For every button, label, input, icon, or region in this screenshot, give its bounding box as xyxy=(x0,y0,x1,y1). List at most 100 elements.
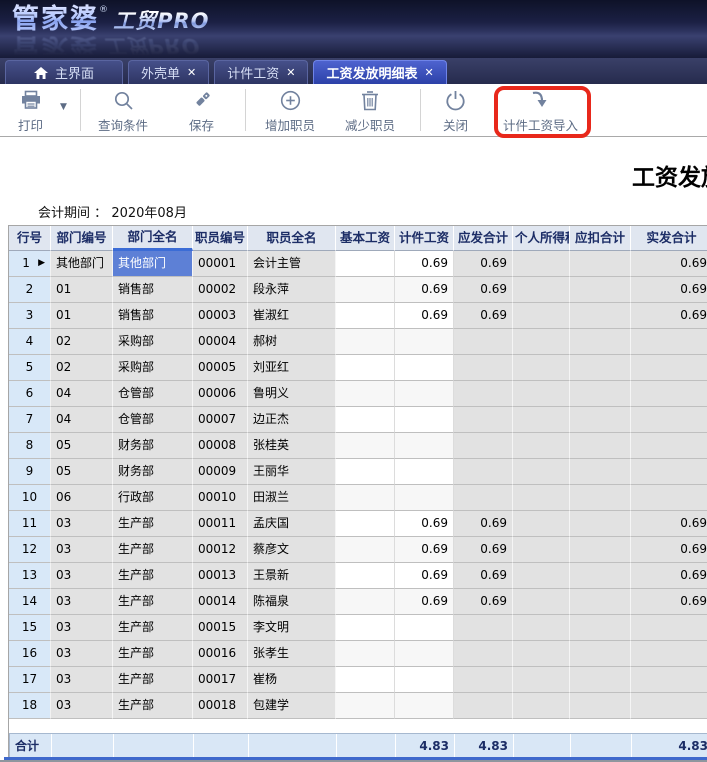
table-cell[interactable]: 0.69 xyxy=(631,277,707,303)
table-cell[interactable]: 包建学 xyxy=(248,693,336,719)
table-cell[interactable] xyxy=(631,485,707,511)
table-cell[interactable] xyxy=(395,693,454,719)
table-cell[interactable] xyxy=(513,251,570,277)
table-cell[interactable]: 00006 xyxy=(193,381,248,407)
table-cell[interactable]: 02 xyxy=(51,355,113,381)
table-cell[interactable] xyxy=(454,459,513,485)
table-cell[interactable]: 崔淑红 xyxy=(248,303,336,329)
table-cell[interactable]: 刘亚红 xyxy=(248,355,336,381)
table-cell[interactable]: 04 xyxy=(51,381,113,407)
table-cell[interactable]: 01 xyxy=(51,277,113,303)
column-header[interactable]: 部门编号 xyxy=(51,226,113,251)
table-cell[interactable]: 崔杨 xyxy=(248,667,336,693)
table-cell[interactable] xyxy=(336,329,395,355)
table-cell[interactable] xyxy=(454,615,513,641)
table-cell[interactable] xyxy=(454,433,513,459)
table-cell[interactable] xyxy=(631,693,707,719)
row-number-cell[interactable]: 7 xyxy=(9,407,51,433)
table-cell[interactable]: 0.69 xyxy=(395,589,454,615)
table-cell[interactable] xyxy=(570,251,631,277)
row-number-cell[interactable]: 18 xyxy=(9,693,51,719)
table-cell[interactable]: 0.69 xyxy=(631,563,707,589)
column-header[interactable]: 行号 xyxy=(9,226,51,251)
table-cell[interactable]: 0.69 xyxy=(454,277,513,303)
table-cell[interactable]: 0.69 xyxy=(395,537,454,563)
table-cell[interactable]: 00018 xyxy=(193,693,248,719)
table-cell[interactable] xyxy=(570,615,631,641)
table-cell[interactable]: 行政部 xyxy=(113,485,193,511)
table-cell[interactable] xyxy=(570,641,631,667)
table-cell[interactable] xyxy=(336,537,395,563)
row-number-cell[interactable]: 3 xyxy=(9,303,51,329)
table-cell[interactable]: 生产部 xyxy=(113,667,193,693)
add-employee-button[interactable]: 增加职员 xyxy=(265,88,315,134)
table-cell[interactable]: 00008 xyxy=(193,433,248,459)
table-cell[interactable] xyxy=(570,459,631,485)
tab-main-screen[interactable]: 主界面 xyxy=(5,60,123,84)
table-cell[interactable]: 05 xyxy=(51,433,113,459)
table-cell[interactable]: 00001 xyxy=(193,251,248,277)
table-cell[interactable]: 03 xyxy=(51,537,113,563)
row-number-cell[interactable]: 11 xyxy=(9,511,51,537)
table-cell[interactable]: 0.69 xyxy=(631,537,707,563)
table-cell[interactable]: 00003 xyxy=(193,303,248,329)
table-cell[interactable]: 鲁明义 xyxy=(248,381,336,407)
column-header[interactable]: 职员全名 xyxy=(248,226,336,251)
table-cell[interactable]: 00016 xyxy=(193,641,248,667)
table-cell[interactable]: 李文明 xyxy=(248,615,336,641)
row-number-cell[interactable]: 17 xyxy=(9,667,51,693)
table-cell[interactable] xyxy=(570,589,631,615)
table-cell[interactable] xyxy=(336,589,395,615)
table-cell[interactable] xyxy=(395,433,454,459)
table-cell[interactable] xyxy=(395,615,454,641)
table-cell[interactable] xyxy=(631,641,707,667)
table-cell[interactable]: 00005 xyxy=(193,355,248,381)
table-cell[interactable]: 销售部 xyxy=(113,303,193,329)
table-cell[interactable] xyxy=(454,355,513,381)
table-cell[interactable]: 00013 xyxy=(193,563,248,589)
table-cell[interactable] xyxy=(631,615,707,641)
table-cell[interactable] xyxy=(454,485,513,511)
print-button[interactable]: 打印 xyxy=(18,88,43,134)
table-cell[interactable]: 采购部 xyxy=(113,355,193,381)
table-cell[interactable] xyxy=(631,329,707,355)
table-cell[interactable]: 0.69 xyxy=(454,511,513,537)
table-cell[interactable] xyxy=(336,459,395,485)
table-cell[interactable] xyxy=(631,381,707,407)
table-cell[interactable] xyxy=(513,537,570,563)
table-cell[interactable]: 郝树 xyxy=(248,329,336,355)
table-cell[interactable] xyxy=(336,303,395,329)
table-cell[interactable] xyxy=(513,407,570,433)
table-cell[interactable]: 其他部门 xyxy=(51,251,113,277)
table-cell[interactable]: 张桂英 xyxy=(248,433,336,459)
table-cell[interactable]: 王丽华 xyxy=(248,459,336,485)
table-cell[interactable] xyxy=(454,407,513,433)
table-cell[interactable]: 0.69 xyxy=(454,563,513,589)
table-cell[interactable] xyxy=(631,433,707,459)
table-cell[interactable] xyxy=(395,407,454,433)
table-cell[interactable]: 孟庆国 xyxy=(248,511,336,537)
table-cell[interactable]: 0.69 xyxy=(631,589,707,615)
table-cell[interactable]: 财务部 xyxy=(113,433,193,459)
table-cell[interactable] xyxy=(513,641,570,667)
tab-close-icon[interactable]: ✕ xyxy=(187,67,196,78)
table-cell[interactable]: 02 xyxy=(51,329,113,355)
table-cell[interactable]: 0.69 xyxy=(395,563,454,589)
table-cell[interactable]: 0.69 xyxy=(454,303,513,329)
column-header[interactable]: 实发合计 xyxy=(631,226,707,251)
table-cell[interactable]: 03 xyxy=(51,615,113,641)
table-cell[interactable]: 王景新 xyxy=(248,563,336,589)
table-cell[interactable]: 03 xyxy=(51,511,113,537)
piece-wage-import-button[interactable]: 计件工资导入 xyxy=(503,88,578,134)
column-header[interactable]: 基本工资 xyxy=(336,226,395,251)
row-number-cell[interactable]: 6 xyxy=(9,381,51,407)
table-cell[interactable]: 0.69 xyxy=(454,589,513,615)
table-cell[interactable] xyxy=(631,355,707,381)
table-cell[interactable]: 会计主管 xyxy=(248,251,336,277)
table-cell[interactable]: 00007 xyxy=(193,407,248,433)
row-number-cell[interactable]: 10 xyxy=(9,485,51,511)
table-cell[interactable] xyxy=(336,615,395,641)
table-cell[interactable] xyxy=(454,641,513,667)
table-cell[interactable] xyxy=(454,381,513,407)
table-cell[interactable] xyxy=(570,693,631,719)
